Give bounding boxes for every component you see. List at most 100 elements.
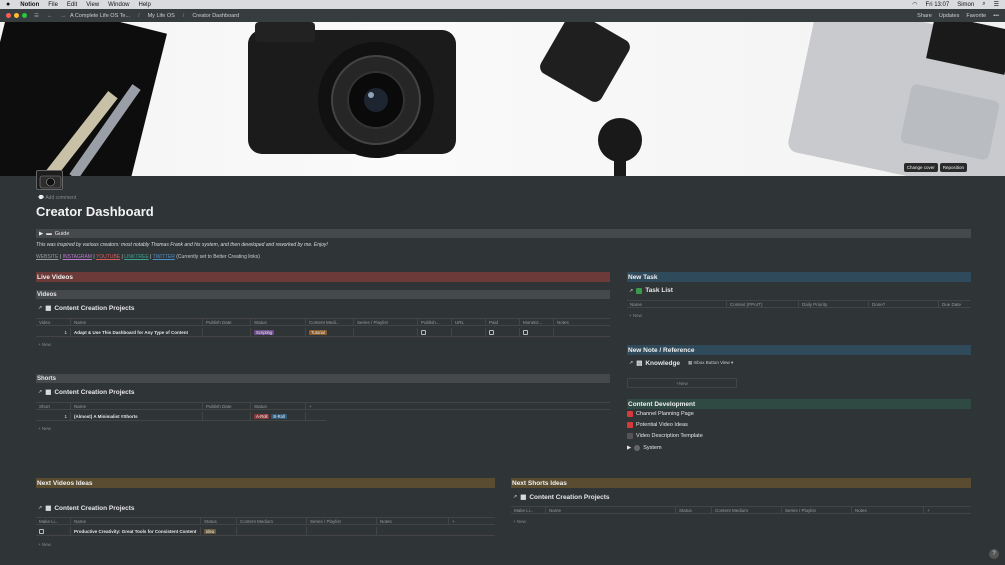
col-due-date[interactable]: Due Date xyxy=(939,301,971,307)
toggle-triangle-icon[interactable]: ▶ xyxy=(627,445,631,451)
page-icon-camera[interactable] xyxy=(36,170,63,190)
col-name[interactable]: Name xyxy=(71,319,203,325)
share-button[interactable]: Share xyxy=(917,13,932,19)
published-checkbox[interactable] xyxy=(421,329,426,335)
row-notes[interactable] xyxy=(377,527,475,535)
twitter-link[interactable]: TWITTER xyxy=(153,254,175,260)
table-row[interactable]: 1 (Almost) A Minimalist #Shorts A-Roll B… xyxy=(36,412,326,421)
add-new-row-button[interactable]: + New xyxy=(38,426,51,431)
knowledge-db-title[interactable]: ↗ ▤ Knowledge ▦ Inbox Button View ▾ xyxy=(629,359,733,368)
col-content-medium[interactable]: Content Medium xyxy=(237,518,307,524)
col-status[interactable]: Status xyxy=(201,518,237,524)
col-series[interactable]: Series / Playlist xyxy=(782,507,852,513)
col-status[interactable]: Status xyxy=(676,507,712,513)
favorite-button[interactable]: Favorite xyxy=(966,13,986,19)
row-url[interactable] xyxy=(452,328,486,336)
system-toggle[interactable]: ▶ System xyxy=(627,445,662,451)
maximize-window-button[interactable] xyxy=(22,13,27,18)
add-new-row-button[interactable]: + New xyxy=(513,519,526,524)
linktree-link[interactable]: LINKTREE xyxy=(124,254,148,260)
clock[interactable]: Fri 13:07 xyxy=(926,2,950,8)
view-selector[interactable]: ▦ Inbox Button View ▾ xyxy=(688,360,733,366)
row-medium[interactable] xyxy=(237,527,307,535)
row-name[interactable]: Adapt & Use This Dashboard for Any Type … xyxy=(71,328,203,336)
col-name[interactable]: Name xyxy=(627,301,727,307)
videos-db-title[interactable]: ↗ ▦ Content Creation Projects xyxy=(38,304,135,313)
row-monetized[interactable] xyxy=(520,328,554,336)
video-description-template-link[interactable]: Video Description Template xyxy=(627,433,703,439)
forward-arrow-icon[interactable]: → xyxy=(60,13,66,19)
col-name[interactable]: Name xyxy=(71,403,203,409)
col-context[interactable]: Context (PPorT) xyxy=(727,301,799,307)
row-medium[interactable]: Tutorial xyxy=(306,328,354,336)
row-name[interactable]: (Almost) A Minimalist #Shorts xyxy=(71,412,203,420)
user-name[interactable]: Simon xyxy=(957,2,974,8)
new-knowledge-button[interactable]: + New xyxy=(627,378,737,388)
search-icon[interactable]: ⌕ xyxy=(982,1,985,8)
paid-checkbox[interactable] xyxy=(489,329,494,335)
col-content-medium[interactable]: Content Medium xyxy=(712,507,782,513)
toggle-triangle-icon[interactable]: ▶ xyxy=(39,231,43,237)
table-row[interactable]: Productive Creativity: Great Tools for C… xyxy=(36,527,495,536)
col-publish-date[interactable]: Publish Date xyxy=(203,319,251,325)
col-status[interactable]: Status xyxy=(251,319,306,325)
minimize-window-button[interactable] xyxy=(14,13,19,18)
row-published[interactable] xyxy=(418,328,452,336)
add-column-button[interactable]: + xyxy=(924,507,944,513)
col-status[interactable]: Status xyxy=(251,403,306,409)
add-column-button[interactable]: + xyxy=(306,403,326,409)
col-make-live[interactable]: Make Li... xyxy=(511,507,546,513)
row-make-live[interactable] xyxy=(36,527,71,535)
col-done[interactable]: Done? xyxy=(869,301,939,307)
col-notes[interactable]: Notes xyxy=(554,319,610,325)
col-paid[interactable]: Paid xyxy=(486,319,520,325)
col-make-live[interactable]: Make Li... xyxy=(36,518,71,524)
add-new-row-button[interactable]: + New xyxy=(629,313,642,318)
col-publish-date[interactable]: Publish Date xyxy=(203,403,251,409)
change-cover-button[interactable]: Change cover xyxy=(903,163,938,172)
col-video[interactable]: Video xyxy=(36,319,71,325)
next-shorts-db-title[interactable]: ↗ ▦ Content Creation Projects xyxy=(513,493,610,502)
back-arrow-icon[interactable]: ← xyxy=(47,13,53,19)
col-name[interactable]: Name xyxy=(546,507,676,513)
breadcrumb-item-1[interactable]: A Complete Life OS Te... xyxy=(70,13,130,19)
row-publish-date[interactable] xyxy=(203,328,251,336)
col-series[interactable]: Series / Playlist xyxy=(354,319,418,325)
apple-icon[interactable]: ● xyxy=(6,1,10,8)
monetized-checkbox[interactable] xyxy=(523,329,528,335)
updates-button[interactable]: Updates xyxy=(939,13,960,19)
control-center-icon[interactable]: ☰ xyxy=(994,1,999,8)
wifi-icon[interactable]: ◠ xyxy=(912,1,917,8)
guide-toggle[interactable]: ▶ ▬ Guide xyxy=(36,229,971,238)
col-series[interactable]: Series / Playlist xyxy=(307,518,377,524)
next-videos-db-title[interactable]: ↗ ▦ Content Creation Projects xyxy=(38,504,135,513)
row-publish-date[interactable] xyxy=(203,412,251,420)
website-link[interactable]: WEBSITE xyxy=(36,254,59,260)
close-window-button[interactable] xyxy=(6,13,11,18)
shorts-db-title[interactable]: ↗ ▦ Content Creation Projects xyxy=(38,388,135,397)
col-published[interactable]: Publish... xyxy=(418,319,452,325)
help-button[interactable]: ? xyxy=(989,549,999,559)
col-url[interactable]: URL xyxy=(452,319,486,325)
col-short[interactable]: Short xyxy=(36,403,71,409)
col-daily-priority[interactable]: Daily Priority xyxy=(799,301,869,307)
breadcrumb-item-3[interactable]: Creator Dashboard xyxy=(192,13,239,19)
breadcrumb-item-2[interactable]: My Life OS xyxy=(148,13,175,19)
menu-view[interactable]: View xyxy=(86,2,99,8)
add-comment-button[interactable]: 💬 Add comment xyxy=(38,195,76,201)
instagram-link[interactable]: INSTAGRAM xyxy=(63,254,92,260)
row-status[interactable]: Scripting xyxy=(251,328,306,336)
row-status[interactable]: Idea xyxy=(201,527,237,535)
col-notes[interactable]: Notes xyxy=(852,507,924,513)
row-name[interactable]: Productive Creativity: Great Tools for C… xyxy=(71,527,201,535)
sidebar-toggle-icon[interactable]: ☰ xyxy=(34,13,39,19)
more-options-icon[interactable]: ••• xyxy=(993,13,999,19)
menu-app-name[interactable]: Notion xyxy=(20,2,39,8)
menu-file[interactable]: File xyxy=(48,2,58,8)
channel-planning-link[interactable]: Channel Planning Page xyxy=(627,411,694,417)
menu-window[interactable]: Window xyxy=(108,2,129,8)
menu-help[interactable]: Help xyxy=(139,2,151,8)
add-column-button[interactable]: + xyxy=(449,518,469,524)
row-paid[interactable] xyxy=(486,328,520,336)
reposition-button[interactable]: Reposition xyxy=(939,163,967,172)
